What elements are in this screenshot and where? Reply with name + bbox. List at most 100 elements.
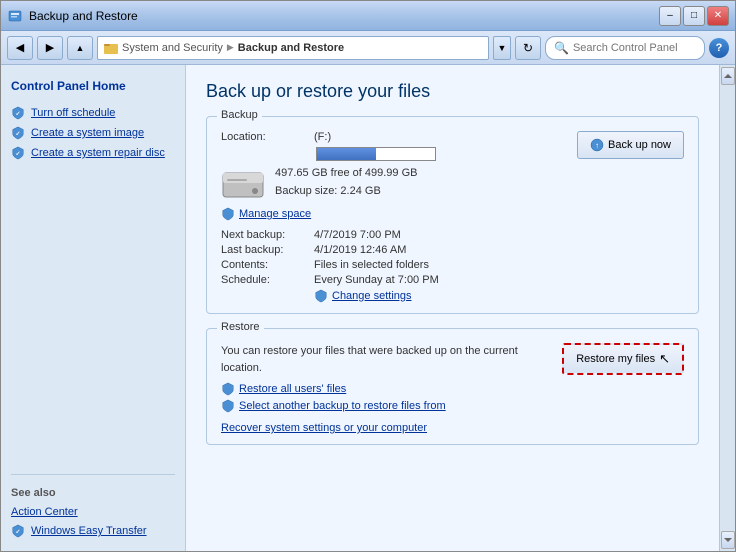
back-up-now-label: Back up now xyxy=(608,139,671,151)
change-settings-link[interactable]: Change settings xyxy=(314,289,684,303)
location-label: Location: xyxy=(221,131,306,143)
title-bar: Backup and Restore – □ ✕ xyxy=(1,1,735,31)
sidebar-item-turn-off-schedule[interactable]: ✓ Turn off schedule xyxy=(1,103,185,123)
restore-my-files-area: Restore my files ↖ xyxy=(562,343,684,375)
path-dropdown-button[interactable]: ▼ xyxy=(493,36,511,60)
content-panel: Back up or restore your files Backup Loc… xyxy=(186,65,719,551)
search-icon: 🔍 xyxy=(554,41,569,55)
location-value: (F:) xyxy=(314,131,331,143)
backup-section: Backup Location: (F:) xyxy=(206,116,699,314)
drive-icon-area: 497.65 GB free of 499.99 GB Backup size:… xyxy=(221,165,563,201)
cursor-indicator: ↖ xyxy=(659,351,670,367)
svg-text:↑: ↑ xyxy=(595,141,599,150)
path-part2: Backup and Restore xyxy=(238,42,344,54)
title-bar-buttons: – □ ✕ xyxy=(659,6,729,26)
windows-easy-transfer-label: Windows Easy Transfer xyxy=(31,525,147,537)
close-button[interactable]: ✕ xyxy=(707,6,729,26)
restore-button[interactable]: □ xyxy=(683,6,705,26)
drive-details: 497.65 GB free of 499.99 GB Backup size:… xyxy=(275,165,417,200)
title-bar-icon xyxy=(7,8,23,24)
shield-icon-3: ✓ xyxy=(11,146,25,160)
sidebar-create-system-repair-disc-label: Create a system repair disc xyxy=(31,147,165,159)
last-backup-row: Last backup: 4/1/2019 12:46 AM xyxy=(221,244,684,256)
address-path[interactable]: System and Security ▶ Backup and Restore xyxy=(97,36,489,60)
recover-system-link[interactable]: Recover system settings or your computer xyxy=(221,422,684,434)
path-part1: System and Security xyxy=(122,42,223,54)
back-up-now-area: ↑ Back up now xyxy=(577,131,684,159)
address-bar: ◀ ▶ ▲ System and Security ▶ Backup and R… xyxy=(1,31,735,65)
next-backup-label: Next backup: xyxy=(221,229,306,241)
refresh-button[interactable]: ↻ xyxy=(515,36,541,60)
shield-icon-4: ✓ xyxy=(11,524,25,538)
svg-text:✓: ✓ xyxy=(15,151,20,158)
sidebar-item-create-system-repair-disc[interactable]: ✓ Create a system repair disc xyxy=(1,143,185,163)
contents-label: Contents: xyxy=(221,259,306,271)
restore-description: You can restore your files that were bac… xyxy=(221,343,552,376)
scrollbar-track xyxy=(719,65,735,551)
sidebar-home-link[interactable]: Control Panel Home xyxy=(1,75,185,97)
drive-icon xyxy=(221,165,265,201)
backup-top-row: Location: (F:) xyxy=(221,131,684,221)
svg-text:✓: ✓ xyxy=(15,529,20,536)
change-settings-label: Change settings xyxy=(332,290,412,302)
schedule-label: Schedule: xyxy=(221,274,306,286)
main-area: Control Panel Home ✓ Turn off schedule ✓… xyxy=(1,65,735,551)
contents-row: Contents: Files in selected folders xyxy=(221,259,684,271)
disk-usage-fill xyxy=(317,148,376,160)
path-arrow1: ▶ xyxy=(227,42,234,53)
scroll-up-button[interactable] xyxy=(721,67,735,85)
disk-usage-bar xyxy=(316,147,436,161)
next-backup-value: 4/7/2019 7:00 PM xyxy=(314,229,401,241)
select-another-backup-label: Select another backup to restore files f… xyxy=(239,400,446,412)
folder-icon xyxy=(104,41,118,55)
back-up-now-button[interactable]: ↑ Back up now xyxy=(577,131,684,159)
shield-icon-1: ✓ xyxy=(11,106,25,120)
help-button[interactable]: ? xyxy=(709,38,729,58)
select-another-backup-link[interactable]: Select another backup to restore files f… xyxy=(221,399,552,413)
sidebar-item-action-center[interactable]: Action Center xyxy=(1,503,185,521)
sidebar-item-create-system-image[interactable]: ✓ Create a system image xyxy=(1,123,185,143)
last-backup-value: 4/1/2019 12:46 AM xyxy=(314,244,406,256)
sidebar-create-system-image-label: Create a system image xyxy=(31,127,144,139)
restore-all-icon xyxy=(221,382,235,396)
restore-my-files-button[interactable]: Restore my files ↖ xyxy=(562,343,684,375)
search-input[interactable] xyxy=(573,42,696,54)
page-title: Back up or restore your files xyxy=(206,81,699,102)
svg-text:✓: ✓ xyxy=(15,131,20,138)
sidebar-turn-off-schedule-label: Turn off schedule xyxy=(31,107,115,119)
backup-section-label: Backup xyxy=(217,109,262,121)
manage-space-link[interactable]: Manage space xyxy=(221,207,563,221)
manage-space-icon xyxy=(221,207,235,221)
restore-my-files-label: Restore my files xyxy=(576,353,655,365)
next-backup-row: Next backup: 4/7/2019 7:00 PM xyxy=(221,229,684,241)
sidebar-item-windows-easy-transfer[interactable]: ✓ Windows Easy Transfer xyxy=(1,521,185,541)
backup-details: Next backup: 4/7/2019 7:00 PM Last backu… xyxy=(221,229,684,303)
backup-icon: ↑ xyxy=(590,138,604,152)
sidebar-divider xyxy=(11,474,175,475)
svg-text:✓: ✓ xyxy=(15,111,20,118)
forward-button[interactable]: ▶ xyxy=(37,36,63,60)
schedule-row: Schedule: Every Sunday at 7:00 PM xyxy=(221,274,684,286)
sidebar: Control Panel Home ✓ Turn off schedule ✓… xyxy=(1,65,186,551)
backup-size-text: Backup size: 2.24 GB xyxy=(275,183,417,201)
select-backup-icon xyxy=(221,399,235,413)
schedule-value: Every Sunday at 7:00 PM xyxy=(314,274,439,286)
change-settings-icon xyxy=(314,289,328,303)
title-bar-left: Backup and Restore xyxy=(7,8,138,24)
backup-info: Location: (F:) xyxy=(221,131,563,221)
restore-section-content: You can restore your files that were bac… xyxy=(221,343,684,434)
minimize-button[interactable]: – xyxy=(659,6,681,26)
backup-section-content: Location: (F:) xyxy=(221,131,684,303)
up-button[interactable]: ▲ xyxy=(67,36,93,60)
restore-text-area: You can restore your files that were bac… xyxy=(221,343,552,416)
main-window: Backup and Restore – □ ✕ ◀ ▶ ▲ System an… xyxy=(0,0,736,552)
scroll-down-button[interactable] xyxy=(721,531,735,549)
restore-all-users-link[interactable]: Restore all users' files xyxy=(221,382,552,396)
last-backup-label: Last backup: xyxy=(221,244,306,256)
shield-icon-2: ✓ xyxy=(11,126,25,140)
location-row: Location: (F:) xyxy=(221,131,563,143)
restore-all-users-label: Restore all users' files xyxy=(239,383,346,395)
title-bar-title: Backup and Restore xyxy=(29,9,138,23)
contents-value: Files in selected folders xyxy=(314,259,429,271)
back-button[interactable]: ◀ xyxy=(7,36,33,60)
